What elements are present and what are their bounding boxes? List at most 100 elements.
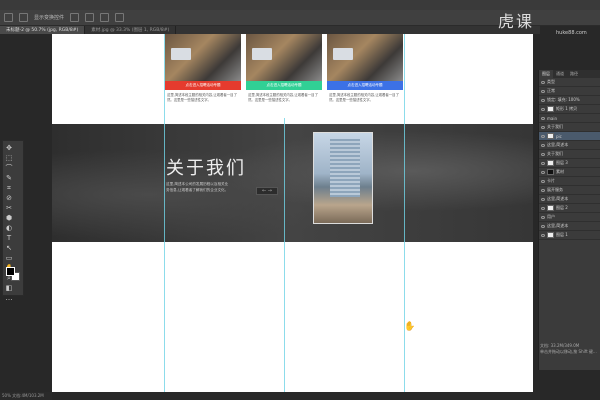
layer-row[interactable]: 图层 3: [539, 159, 600, 168]
layer-row[interactable]: 图层 1: [539, 231, 600, 240]
layer-name: 正常: [547, 88, 555, 93]
watermark-url: huke88.com: [556, 30, 587, 36]
layer-row[interactable]: 展开服务: [539, 186, 600, 195]
tool-icon[interactable]: ◐: [5, 224, 13, 232]
building-photo[interactable]: [313, 132, 373, 224]
eye-icon[interactable]: [541, 179, 545, 183]
tool-icon[interactable]: T: [5, 234, 13, 242]
layer-row[interactable]: 卡片: [539, 177, 600, 186]
eye-icon[interactable]: [541, 80, 545, 84]
eye-icon[interactable]: [541, 134, 545, 138]
eye-icon[interactable]: [541, 206, 545, 210]
layer-name: 图层 1: [556, 232, 568, 237]
card-band: 点击进入招聘活动专题: [327, 81, 403, 90]
eye-icon[interactable]: [541, 98, 545, 102]
service-card-2: 点击进入招聘活动专题 这里,简述本段主题的相关内容,让观看者一目了然。这里是一些…: [246, 34, 322, 118]
eye-icon[interactable]: [541, 152, 545, 156]
tool-icon[interactable]: ↖: [5, 244, 13, 252]
layer-row[interactable]: 用户: [539, 213, 600, 222]
layer-row[interactable]: 这里,简述本: [539, 141, 600, 150]
foreground-color-swatch[interactable]: [6, 267, 15, 276]
align-right-icon[interactable]: [100, 13, 110, 22]
tool-icon[interactable]: ⬢: [5, 214, 13, 222]
about-background-image: [52, 124, 533, 242]
layer-row[interactable]: 这里,简述本: [539, 222, 600, 231]
guide-line: [164, 124, 165, 242]
eye-icon[interactable]: [541, 233, 545, 237]
align-left-icon[interactable]: [70, 13, 80, 22]
document-tabs: 未标题-2 @ 50.7% (jpg, RGB/8#) 素材.jpg @ 33.…: [0, 26, 540, 34]
layer-row[interactable]: pic: [539, 132, 600, 141]
layer-name: 这里,简述本: [547, 196, 569, 201]
layer-list: 类型 正常 锁定: 填充: 100% 矩形 1 拷贝 main 关于我们 pic 这里,简述本…: [539, 78, 600, 240]
tool-icon[interactable]: ⌒: [5, 164, 13, 172]
guide-line: [284, 124, 285, 242]
layer-name: 锁定: 填充: 100%: [547, 97, 580, 102]
tool-icon[interactable]: ▭: [5, 254, 13, 262]
eye-icon[interactable]: [541, 197, 545, 201]
eye-icon[interactable]: [541, 161, 545, 165]
eye-icon[interactable]: [541, 188, 545, 192]
layer-row[interactable]: 矩形 1 拷贝: [539, 105, 600, 114]
align-center-icon[interactable]: [85, 13, 95, 22]
eye-icon[interactable]: [541, 143, 545, 147]
service-card-3: 点击进入招聘活动专题 这里,简述本段主题的相关内容,让观看者一目了然。这里是一些…: [327, 34, 403, 118]
service-card-1: 点击进入招聘活动专题 这里,简述本段主题的相关内容,让观看者一目了然。这里是一些…: [165, 34, 241, 118]
eye-icon[interactable]: [541, 125, 545, 129]
eye-icon[interactable]: [541, 89, 545, 93]
card-band: 点击进入招聘活动专题: [246, 81, 322, 90]
layer-row[interactable]: 图层 2: [539, 204, 600, 213]
show-transform-controls-label[interactable]: 显示变换控件: [34, 14, 64, 21]
card-image: [165, 34, 241, 81]
layer-row[interactable]: main: [539, 114, 600, 123]
layer-thumbnail: [547, 205, 554, 211]
card-image: [246, 34, 322, 81]
auto-select-checkbox[interactable]: [19, 13, 28, 22]
layer-row[interactable]: 素材: [539, 168, 600, 177]
eye-icon[interactable]: [541, 224, 545, 228]
eye-icon[interactable]: [541, 170, 545, 174]
layer-name: 展开服务: [547, 187, 563, 192]
move-tool-option-icon[interactable]: [4, 13, 13, 22]
layer-name: 矩形 1 拷贝: [556, 106, 578, 111]
layers-panel: 图层 通道 路径 类型 正常 锁定: 填充: 100% 矩形 1 拷贝 main 关于我们…: [538, 70, 600, 370]
tool-icon[interactable]: ⊘: [5, 194, 13, 202]
card-desc: 这里,简述本段主题的相关内容,让观看者一目了然。这里是一些描述性文字。: [329, 93, 399, 102]
tool-icon[interactable]: ✥: [5, 144, 13, 152]
guide-line: [404, 124, 405, 242]
eye-icon[interactable]: [541, 116, 545, 120]
card-band: 点击进入招聘活动专题: [165, 81, 241, 90]
layer-name: 图层 2: [556, 205, 568, 210]
layer-row[interactable]: 这里,简述本: [539, 195, 600, 204]
layer-row[interactable]: 类型: [539, 78, 600, 87]
transform-handle[interactable]: ← →: [256, 187, 278, 195]
tool-icon[interactable]: ✂: [5, 204, 13, 212]
layer-row[interactable]: 关于我们: [539, 123, 600, 132]
layer-row[interactable]: 关于我们: [539, 150, 600, 159]
doc-tab-2[interactable]: 素材.jpg @ 33.3% (图层 1, RGB/8#): [85, 26, 177, 34]
doc-tab-1[interactable]: 未标题-2 @ 50.7% (jpg, RGB/8#): [0, 26, 86, 34]
layer-name: 用户: [547, 214, 555, 219]
layer-name: 这里,简述本: [547, 142, 569, 147]
layer-thumbnail: [547, 106, 554, 112]
eye-icon[interactable]: [541, 215, 545, 219]
document-canvas[interactable]: 点击进入招聘活动专题 这里,简述本段主题的相关内容,让观看者一目了然。这里是一些…: [52, 34, 533, 392]
distribute-icon[interactable]: [115, 13, 125, 22]
tab-channels[interactable]: 通道: [553, 70, 567, 78]
tool-icon[interactable]: ◧: [5, 284, 13, 292]
layer-row[interactable]: 锁定: 填充: 100%: [539, 96, 600, 105]
layer-name: 关于我们: [547, 124, 563, 129]
photoshop-window: 显示变换控件 未标题-2 @ 50.7% (jpg, RGB/8#) 素材.jp…: [0, 0, 600, 400]
panel-status: 文档: 33.2M/349.0M 单击并拖动以移动,按 Shift 键...: [538, 343, 600, 355]
layer-row[interactable]: 正常: [539, 87, 600, 96]
tool-icon[interactable]: ⌗: [5, 184, 13, 192]
tab-paths[interactable]: 路径: [567, 70, 581, 78]
tool-icon[interactable]: ⬚: [5, 154, 13, 162]
status-bar: 50% 文档:4M/103.2M: [0, 392, 52, 400]
eye-icon[interactable]: [541, 107, 545, 111]
layer-thumbnail: [547, 232, 554, 238]
layer-name: 图层 3: [556, 160, 568, 165]
tool-icon[interactable]: ✎: [5, 174, 13, 182]
tool-icon[interactable]: …: [5, 294, 13, 302]
tab-layers[interactable]: 图层: [539, 70, 553, 78]
